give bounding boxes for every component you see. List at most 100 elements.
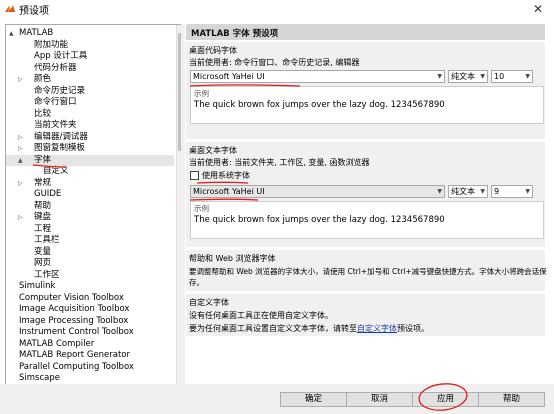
custom-font-group: 自定义字体 没有任何桌面工具正在使用自定义字体。 要为任何桌面工具设置自定义文本… xyxy=(186,294,545,336)
cancel-button[interactable]: 取消 xyxy=(346,392,413,407)
tree-item-label: 自定义 xyxy=(43,166,69,176)
tree-item[interactable]: 当前文件夹 xyxy=(6,120,174,131)
tree-item[interactable]: ▷ 颜色 xyxy=(6,74,174,85)
tree-item[interactable]: Computer Vision Toolbox xyxy=(6,293,174,304)
chevron-down-icon: ▼ xyxy=(480,73,485,80)
custom-font-link[interactable]: 自定义字体 xyxy=(357,324,397,333)
tree-item-label: MATLAB Report Generator xyxy=(19,350,131,360)
tree-item[interactable]: 工程 xyxy=(6,224,174,235)
tree-item[interactable]: 工作区 xyxy=(6,270,174,281)
text-font-example-text: The quick brown fox jumps over the lazy … xyxy=(194,215,445,225)
tree-item[interactable]: Instrument Control Toolbox xyxy=(6,327,174,338)
tree-item-label: 常规 xyxy=(34,177,52,188)
close-icon[interactable]: ✕ xyxy=(525,0,551,18)
expand-arrow-icon[interactable]: ▲ xyxy=(9,28,17,39)
tree-item[interactable]: ▲ MATLAB xyxy=(6,28,174,39)
tree-item-label: 命令行窗口 xyxy=(34,97,77,107)
chevron-down-icon: ▼ xyxy=(480,188,485,195)
tree-item-label: Instrument Control Toolbox xyxy=(19,327,134,337)
tree-item-label: 网页 xyxy=(34,258,52,268)
tree-item[interactable]: 变量 xyxy=(6,247,174,258)
help-font-group: 帮助和 Web 浏览器字体 要调整帮助和 Web 浏览器的字体大小，请使用 Ct… xyxy=(186,250,547,291)
tree-item[interactable]: 代码分析器 xyxy=(6,63,174,74)
help-font-description-cont: 存。 xyxy=(189,278,204,287)
tree-item-label: 变量 xyxy=(34,246,52,257)
tree-item[interactable]: Image Acquisition Toolbox xyxy=(6,304,174,315)
tree-item-label: Simscape xyxy=(19,373,60,383)
tree-item[interactable]: GUIDE xyxy=(6,189,174,200)
tree-item-label: 附加功能 xyxy=(34,39,69,50)
custom-font-instruction-prefix: 要为任何桌面工具设置自定义文本字体，请转至 xyxy=(189,324,357,333)
tree-item-label: 帮助 xyxy=(34,200,52,211)
tree-item-label: 图窗复制模板 xyxy=(34,143,86,153)
custom-font-status: 没有任何桌面工具正在使用自定义字体。 xyxy=(189,311,333,320)
text-font-family-value: Microsoft YaHei UI xyxy=(193,187,265,196)
tree-item[interactable]: 帮助 xyxy=(6,201,174,212)
custom-font-heading: 自定义字体 xyxy=(189,298,229,307)
text-font-family-select[interactable]: Microsoft YaHei UI ▼ xyxy=(190,185,445,198)
text-font-style-select[interactable]: 纯文本 ▼ xyxy=(448,185,488,198)
tree-item-label: 字体 xyxy=(34,154,52,165)
tree-item[interactable]: MATLAB Report Generator xyxy=(6,350,174,361)
tree-item-label: 工具栏 xyxy=(34,235,60,245)
tree-item[interactable]: ▷ 图窗复制模板 xyxy=(6,143,174,154)
tree-item-label: Computer Vision Toolbox xyxy=(19,292,124,303)
collapse-arrow-icon[interactable]: ▷ xyxy=(18,74,26,85)
apply-button[interactable]: 应用 xyxy=(412,392,479,407)
tree-item-label: Simulink xyxy=(19,281,56,291)
desktop-text-font-group: 桌面文本字体 当前使用者: 当前文件夹, 工作区, 变量, 函数浏览器 使用系统… xyxy=(186,142,545,247)
code-font-example: 示例 The quick brown fox jumps over the la… xyxy=(190,86,544,124)
tree-item[interactable]: Image Processing Toolbox xyxy=(6,316,174,327)
code-font-style-select[interactable]: 纯文本 ▼ xyxy=(448,70,488,83)
tree-item[interactable]: ▲ 字体 xyxy=(6,154,174,166)
tree-item[interactable]: Simulink xyxy=(6,281,174,292)
use-system-font-label[interactable]: 使用系统字体 xyxy=(202,170,250,181)
text-font-example: 示例 The quick brown fox jumps over the la… xyxy=(190,201,544,239)
collapse-arrow-icon[interactable]: ▷ xyxy=(18,178,26,189)
tree-item-label: 代码分析器 xyxy=(34,62,77,73)
code-font-size-select[interactable]: 10 ▼ xyxy=(491,70,533,83)
tree-item[interactable]: MATLAB Compiler xyxy=(6,339,174,350)
tree-item[interactable]: ▷ 键盘 xyxy=(6,212,174,223)
tree-item-label: 比较 xyxy=(34,108,52,119)
chevron-down-icon: ▼ xyxy=(525,188,530,195)
tree-item[interactable]: 网页 xyxy=(6,258,174,269)
tree-item-label: Parallel Computing Toolbox xyxy=(19,361,134,372)
matlab-logo-icon xyxy=(5,5,15,12)
ok-button[interactable]: 确定 xyxy=(280,392,347,407)
tree-item[interactable]: ▷ 编辑器/调试器 xyxy=(6,132,174,143)
help-font-heading: 帮助和 Web 浏览器字体 xyxy=(189,254,276,263)
use-system-font-checkbox[interactable] xyxy=(190,171,199,180)
tree-item[interactable]: Parallel Computing Toolbox xyxy=(6,362,174,373)
tree-item[interactable]: 自定义 xyxy=(6,166,174,177)
tree-item[interactable]: 命令行窗口 xyxy=(6,97,174,108)
help-button[interactable]: 帮助 xyxy=(478,392,545,407)
title-bar: 预设项 ✕ xyxy=(0,0,554,18)
chevron-down-icon: ▼ xyxy=(437,73,442,80)
text-font-size-value: 9 xyxy=(494,187,500,196)
tree-item[interactable]: 附加功能 xyxy=(6,40,174,51)
text-font-size-select[interactable]: 9 ▼ xyxy=(491,185,533,198)
collapse-arrow-icon[interactable]: ▷ xyxy=(18,143,26,154)
tree-item[interactable]: Simscape xyxy=(6,373,174,384)
desktop-text-font-heading: 桌面文本字体 xyxy=(189,146,237,155)
code-font-size-value: 10 xyxy=(494,72,505,81)
tree-item[interactable]: App 设计工具 xyxy=(6,51,174,62)
tree-item[interactable]: 工具栏 xyxy=(6,235,174,246)
collapse-arrow-icon[interactable]: ▷ xyxy=(18,212,26,223)
tree-item-label: Image Processing Toolbox xyxy=(19,315,129,326)
tree-item-label: 工作区 xyxy=(34,269,60,280)
expand-arrow-icon[interactable]: ▲ xyxy=(18,155,26,166)
splitter[interactable] xyxy=(181,24,185,384)
code-font-family-select[interactable]: Microsoft YaHei UI ▼ xyxy=(190,70,445,83)
help-font-description: 要调整帮助和 Web 浏览器的字体大小，请使用 Ctrl+加号和 Ctrl+减号… xyxy=(189,267,547,276)
tree-item[interactable]: 比较 xyxy=(6,109,174,120)
tree-item[interactable]: ▷ 常规 xyxy=(6,178,174,189)
tree-item[interactable]: 命令历史记录 xyxy=(6,86,174,97)
preferences-tree: ▲ MATLAB 附加功能 App 设计工具 代码分析器 ▷ 颜色 命令历史记录 命令行窗口 比较… xyxy=(5,24,183,386)
tree-item-label: 键盘 xyxy=(34,212,52,222)
collapse-arrow-icon[interactable]: ▷ xyxy=(18,132,26,143)
text-font-example-label: 示例 xyxy=(194,204,209,213)
code-font-family-value: Microsoft YaHei UI xyxy=(193,72,265,81)
tree-item-label: MATLAB xyxy=(19,28,54,38)
